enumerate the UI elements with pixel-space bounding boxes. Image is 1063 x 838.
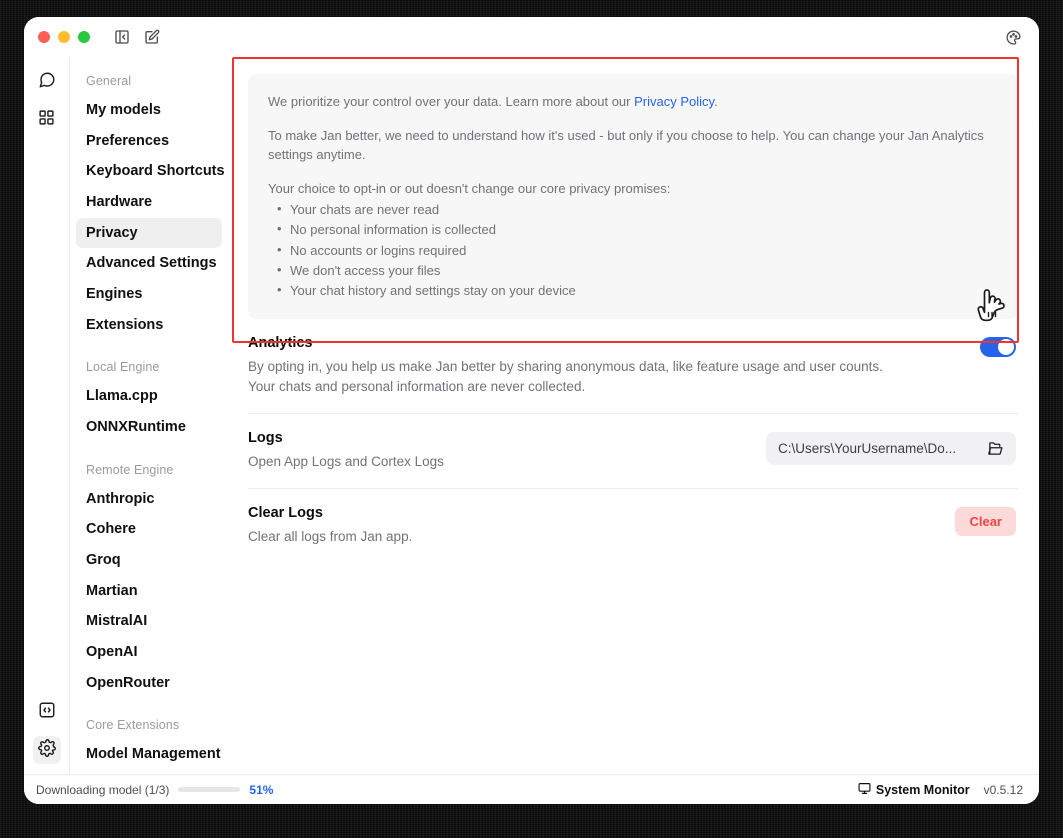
toggle-knob — [998, 339, 1014, 356]
sidebar-item-preferences[interactable]: Preferences — [76, 126, 222, 157]
nav-group-gap — [76, 340, 222, 354]
folder-open-icon[interactable] — [987, 440, 1004, 457]
rail-item-developer[interactable] — [33, 698, 61, 726]
window-titlebar — [24, 17, 1039, 57]
app-window: General My models Preferences Keyboard S… — [24, 17, 1039, 804]
titlebar-right-actions — [1003, 27, 1023, 47]
nav-group-label-core-extensions: Core Extensions — [86, 718, 180, 733]
chat-bubble-icon — [38, 71, 56, 94]
settings-content-privacy: We prioritize your control over your dat… — [228, 57, 1039, 774]
rail-item-hub[interactable] — [33, 106, 61, 134]
nav-group-label-local-engine: Local Engine — [86, 360, 160, 375]
sidebar-item-groq[interactable]: Groq — [76, 545, 222, 576]
nav-group-gap — [76, 698, 222, 712]
clear-logs-button[interactable]: Clear — [955, 507, 1016, 537]
left-icon-rail — [24, 57, 69, 774]
maximize-window-button[interactable] — [78, 31, 90, 43]
logs-title: Logs — [248, 430, 283, 447]
clear-logs-texts: Clear Logs Clear all logs from Jan app. — [248, 505, 412, 547]
minimize-window-button[interactable] — [58, 31, 70, 43]
sidebar-item-openrouter[interactable]: OpenRouter — [76, 668, 222, 699]
rail-item-settings[interactable] — [32, 736, 61, 764]
status-bar: Downloading model (1/3) 51% System Monit… — [24, 774, 1039, 804]
status-bar-right: System Monitor v0.5.12 — [858, 782, 1023, 798]
app-body: General My models Preferences Keyboard S… — [24, 57, 1039, 774]
privacy-paragraph-1-text: We prioritize your control over your dat… — [268, 94, 635, 109]
analytics-toggle[interactable] — [980, 337, 1016, 358]
sidebar-item-martian[interactable]: Martian — [76, 576, 222, 607]
new-chat-pencil-icon[interactable] — [142, 27, 162, 47]
privacy-paragraph-1: We prioritize your control over your dat… — [268, 92, 998, 112]
sidebar-item-hardware[interactable]: Hardware — [76, 187, 222, 218]
setting-row-analytics: Analytics By opting in, you help us make… — [248, 319, 1018, 413]
sidebar-item-cohere[interactable]: Cohere — [76, 514, 222, 545]
logs-texts: Logs Open App Logs and Cortex Logs — [248, 430, 444, 472]
privacy-policy-link[interactable]: Privacy Policy — [634, 94, 714, 109]
privacy-paragraph-1-period: . — [714, 94, 718, 109]
sidebar-item-model-management[interactable]: Model Management — [76, 739, 222, 770]
clear-logs-title: Clear Logs — [248, 505, 323, 522]
sidebar-item-engines[interactable]: Engines — [76, 279, 222, 310]
clear-logs-description: Clear all logs from Jan app. — [248, 529, 413, 545]
list-item: Your chats are never read — [276, 199, 998, 220]
rail-item-chat[interactable] — [33, 68, 61, 96]
privacy-paragraph-2: To make Jan better, we need to understan… — [268, 127, 984, 163]
system-monitor-button[interactable]: System Monitor — [858, 782, 970, 798]
analytics-texts: Analytics By opting in, you help us make… — [248, 335, 888, 397]
app-version-label: v0.5.12 — [983, 782, 1023, 797]
list-item: No accounts or logins required — [276, 240, 998, 261]
privacy-info-panel: We prioritize your control over your dat… — [248, 74, 1018, 320]
analytics-control — [980, 335, 1016, 358]
gear-icon — [37, 738, 56, 762]
privacy-promises-intro: Your choice to opt-in or out doesn't cha… — [268, 180, 671, 196]
logs-description: Open App Logs and Cortex Logs — [248, 454, 444, 470]
settings-sidebar[interactable]: General My models Preferences Keyboard S… — [69, 57, 228, 774]
sidebar-item-llama-cpp[interactable]: Llama.cpp — [76, 381, 222, 412]
nav-group-label-remote-engine: Remote Engine — [86, 462, 174, 477]
sidebar-item-onnxruntime[interactable]: ONNXRuntime — [76, 412, 222, 443]
logs-path-value: C:\Users\YourUsername\Do... — [778, 441, 957, 457]
nav-group-gap — [76, 443, 222, 457]
system-monitor-label: System Monitor — [875, 782, 970, 797]
analytics-description: By opting in, you help us make Jan bette… — [248, 359, 883, 395]
download-status: Downloading model (1/3) 51% — [36, 783, 273, 797]
sidebar-item-advanced-settings[interactable]: Advanced Settings — [76, 248, 222, 279]
close-window-button[interactable] — [38, 31, 50, 43]
sidebar-item-openai[interactable]: OpenAI — [76, 637, 222, 668]
sidebar-item-anthropic[interactable]: Anthropic — [76, 484, 222, 515]
privacy-promises-list: Your chats are never read No personal in… — [268, 199, 998, 301]
sidebar-item-extensions[interactable]: Extensions — [76, 310, 222, 341]
traffic-light-controls — [38, 31, 90, 43]
logs-control: C:\Users\YourUsername\Do... — [766, 430, 1016, 466]
titlebar-actions — [112, 27, 162, 47]
list-item: No personal information is collected — [276, 219, 998, 240]
sidebar-item-mistralai[interactable]: MistralAI — [76, 606, 222, 637]
download-progress-bar — [178, 787, 241, 792]
panel-left-close-icon[interactable] — [112, 27, 132, 47]
list-item: Your chat history and settings stay on y… — [276, 280, 998, 301]
sidebar-item-privacy[interactable]: Privacy — [76, 217, 222, 249]
sidebar-item-my-models[interactable]: My models — [76, 95, 222, 126]
code-brackets-icon — [38, 701, 56, 724]
download-label: Downloading model (1/3) — [36, 782, 170, 797]
analytics-title: Analytics — [248, 335, 313, 352]
logs-path-field[interactable]: C:\Users\YourUsername\Do... — [766, 432, 1016, 466]
clear-logs-control: Clear — [955, 505, 1016, 537]
list-item: We don't access your files — [276, 260, 998, 281]
nav-group-label-general: General — [86, 74, 132, 88]
setting-row-clear-logs: Clear Logs Clear all logs from Jan app. … — [248, 488, 1018, 563]
palette-theme-icon[interactable] — [1003, 27, 1023, 47]
sidebar-item-keyboard-shortcuts[interactable]: Keyboard Shortcuts — [76, 156, 225, 187]
monitor-icon — [858, 782, 871, 798]
download-progress-percent: 51% — [249, 782, 274, 797]
grid-apps-icon — [38, 109, 55, 131]
setting-row-logs: Logs Open App Logs and Cortex Logs C:\Us… — [248, 413, 1018, 488]
